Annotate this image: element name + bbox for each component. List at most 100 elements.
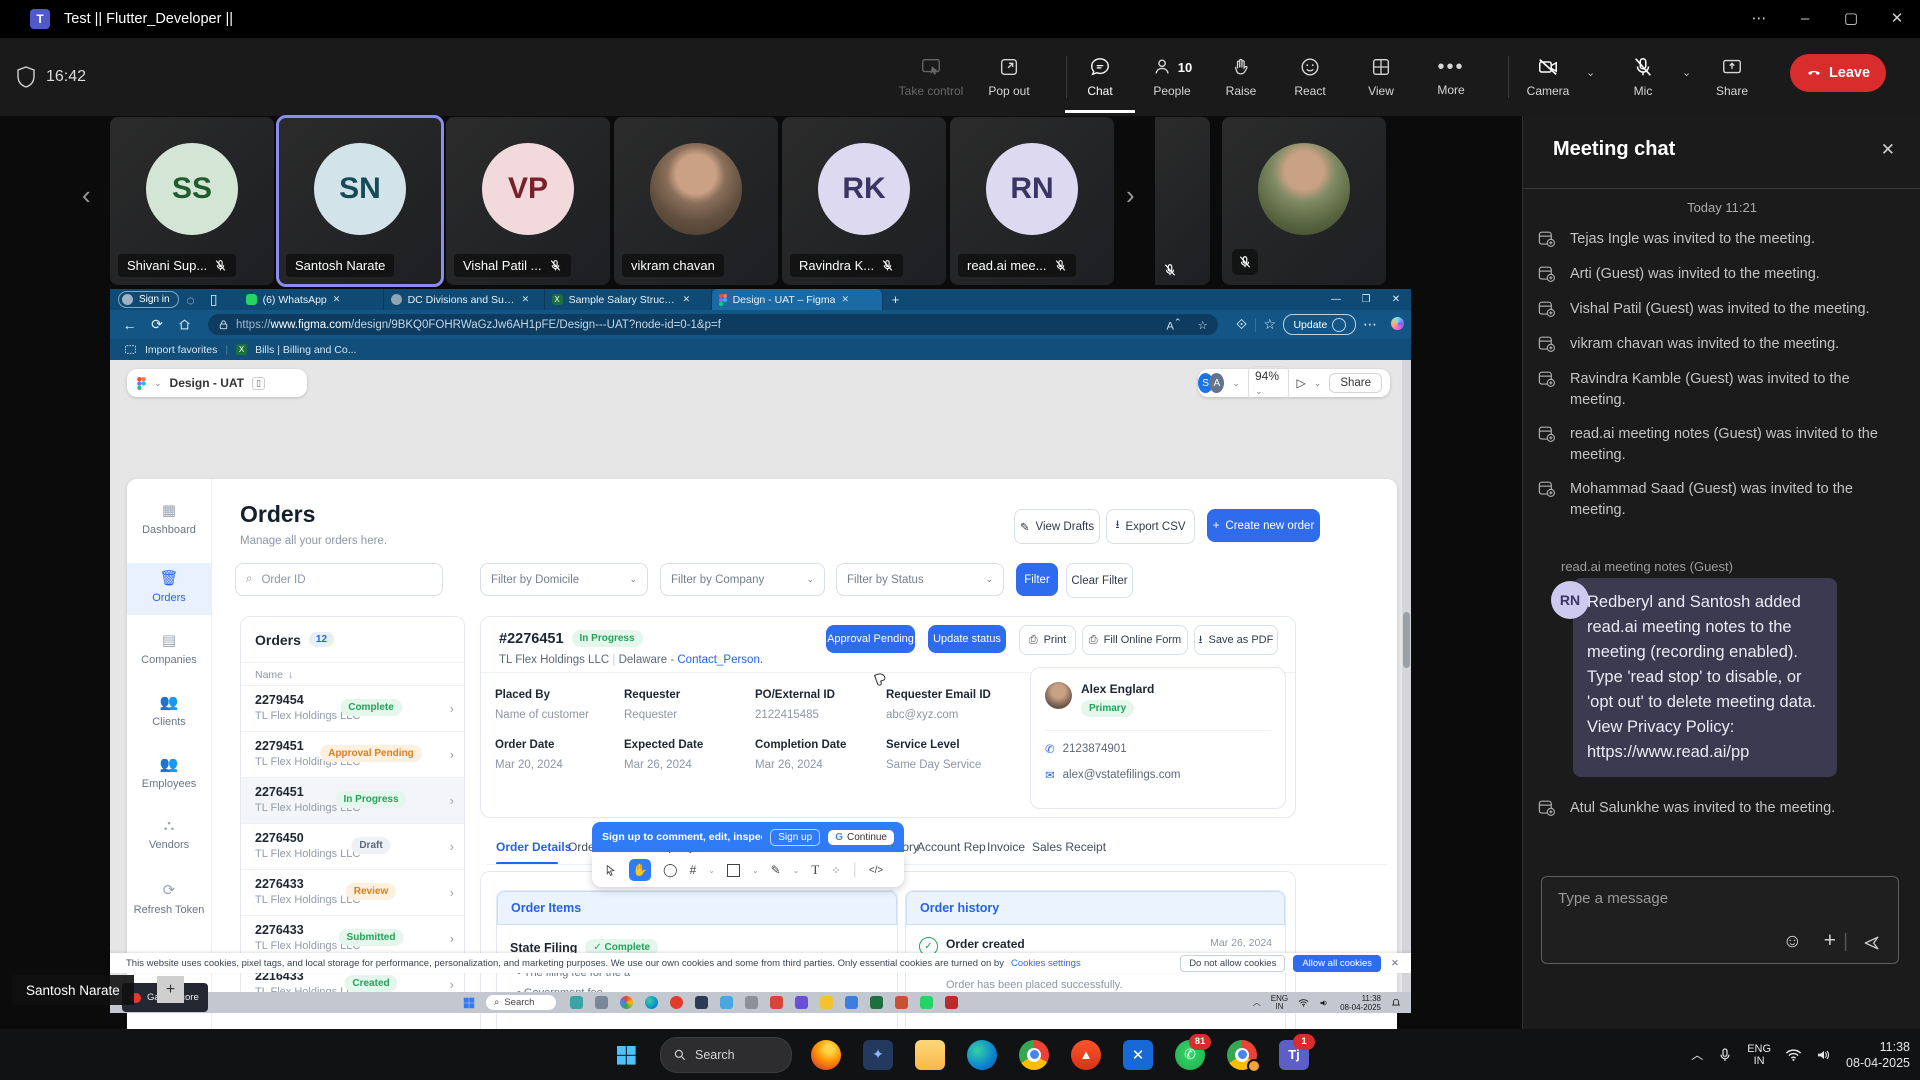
allow-cookies-button[interactable]: Allow all cookies bbox=[1293, 955, 1381, 972]
text-tool-icon[interactable]: T bbox=[811, 862, 819, 878]
taskbar-app-icon[interactable] bbox=[795, 996, 808, 1009]
read-aloud-icon[interactable]: A⌃ bbox=[1166, 317, 1181, 333]
app-x-button[interactable]: ✕ bbox=[1112, 1040, 1164, 1070]
react-button[interactable]: React bbox=[1275, 44, 1345, 110]
excel-icon[interactable] bbox=[870, 996, 883, 1009]
collaborator-avatar[interactable]: A bbox=[1209, 373, 1224, 393]
column-header[interactable]: Name bbox=[255, 669, 283, 681]
window-close-icon[interactable]: ✕ bbox=[1381, 294, 1411, 305]
whatsapp-button[interactable]: ✆81 bbox=[1164, 1040, 1216, 1070]
order-row[interactable]: 2276433TL Flex Holdings LLC Review› bbox=[241, 869, 464, 916]
filter-button[interactable]: Filter bbox=[1016, 563, 1058, 596]
present-icon[interactable]: ▷ bbox=[1297, 376, 1306, 390]
whatsapp-icon[interactable] bbox=[920, 996, 933, 1009]
close-cookie-icon[interactable]: ✕ bbox=[1391, 958, 1399, 969]
notifications-icon[interactable] bbox=[1391, 998, 1401, 1008]
camera-button[interactable]: Camera bbox=[1513, 44, 1583, 110]
sidebar-item-employees[interactable]: 👥Employees bbox=[127, 755, 211, 790]
video-tile[interactable]: vikram chavan bbox=[614, 117, 778, 285]
chat-input-box[interactable]: ☺ + | bbox=[1541, 876, 1899, 964]
close-tab-icon[interactable]: ✕ bbox=[333, 294, 341, 305]
figma-share-button[interactable]: Share bbox=[1329, 373, 1382, 393]
view-drafts-button[interactable]: ✎View Drafts bbox=[1014, 509, 1100, 544]
start-button[interactable] bbox=[600, 1043, 652, 1067]
close-chat-icon[interactable]: ✕ bbox=[1881, 140, 1895, 160]
chevron-down-icon[interactable]: ⌄ bbox=[154, 378, 162, 389]
tray-chevron-icon[interactable]: ︿ bbox=[1691, 1046, 1703, 1063]
emoji-icon[interactable]: ☺ bbox=[1783, 931, 1802, 953]
presenter-overlay-expand-icon[interactable]: + bbox=[157, 976, 184, 1003]
taskbar-search-box[interactable]: Search bbox=[660, 1037, 792, 1073]
status-filter-dropdown[interactable]: Filter by Status⌄ bbox=[836, 563, 1004, 596]
save-as-pdf-button[interactable]: ⭳Save as PDF bbox=[1194, 625, 1278, 655]
video-tile[interactable]: RK Ravindra K... bbox=[782, 117, 946, 285]
taskbar-app-icon[interactable] bbox=[720, 996, 733, 1009]
hand-tool-icon-active[interactable]: ✋ bbox=[629, 859, 651, 881]
print-button[interactable]: ⎙Print bbox=[1019, 625, 1076, 655]
contact-person-link[interactable]: Contact_Person. bbox=[677, 654, 763, 666]
powerpoint-icon[interactable] bbox=[895, 996, 908, 1009]
taskbar-app-icon[interactable] bbox=[570, 996, 583, 1009]
video-tile-partial[interactable] bbox=[1155, 117, 1210, 285]
components-icon[interactable]: ⁘ bbox=[831, 864, 840, 877]
edge-button[interactable] bbox=[956, 1040, 1008, 1070]
view-button[interactable]: View bbox=[1346, 44, 1416, 110]
update-status-button[interactable]: Update status bbox=[928, 625, 1006, 653]
browser-tab[interactable]: X Sample Salary Structure with calc✕ bbox=[545, 289, 712, 310]
presenter-search-box[interactable]: ⌕Search bbox=[486, 995, 556, 1010]
favorites-item[interactable]: Bills | Billing and Co... bbox=[255, 344, 356, 356]
window-more-icon[interactable]: ⋯ bbox=[1736, 0, 1782, 38]
more-button[interactable]: ••• More bbox=[1416, 44, 1486, 110]
contact-email[interactable]: alex@vstatefilings.com bbox=[1063, 769, 1181, 781]
shape-tool-icon[interactable] bbox=[727, 864, 740, 877]
scrollbar-thumb[interactable] bbox=[1403, 612, 1410, 668]
browser-profile-button[interactable]: Sign in bbox=[118, 291, 179, 308]
browser-tab[interactable]: DC Divisions and Surroundings✕ bbox=[384, 289, 545, 310]
mic-button[interactable]: Mic bbox=[1608, 44, 1678, 110]
taskbar-app-icon[interactable] bbox=[695, 996, 708, 1009]
browser-tab[interactable]: (6) WhatsApp✕ bbox=[239, 289, 384, 310]
edge-icon[interactable] bbox=[645, 996, 658, 1009]
taskbar-app-icon[interactable] bbox=[820, 996, 833, 1009]
zoom-level[interactable]: 94% ⌄ bbox=[1248, 366, 1289, 400]
send-icon[interactable] bbox=[1862, 933, 1882, 953]
close-tab-icon[interactable]: ✕ bbox=[522, 294, 530, 305]
sidebar-item-dashboard[interactable]: ▦Dashboard bbox=[127, 501, 211, 536]
order-row[interactable]: 2279454TL Flex Holdings LLC Complete› bbox=[241, 685, 464, 732]
pop-out-button[interactable]: Pop out bbox=[974, 44, 1044, 110]
minimize-icon[interactable]: – bbox=[1782, 0, 1828, 38]
video-tile[interactable]: VP Vishal Patil ... bbox=[446, 117, 610, 285]
chrome-button[interactable] bbox=[1008, 1040, 1060, 1070]
chat-input[interactable] bbox=[1556, 889, 1860, 908]
close-tab-icon[interactable]: ✕ bbox=[841, 294, 849, 305]
app-button[interactable]: ✦ bbox=[852, 1040, 904, 1070]
chrome-profile-button[interactable] bbox=[1216, 1040, 1268, 1070]
chat-button[interactable]: Chat bbox=[1065, 44, 1135, 113]
order-id-search[interactable]: ⌕ bbox=[235, 563, 443, 596]
export-csv-button[interactable]: ⭳Export CSV bbox=[1106, 509, 1195, 544]
deny-cookies-button[interactable]: Do not allow cookies bbox=[1180, 955, 1285, 972]
tiles-scroll-right-icon[interactable]: › bbox=[1126, 180, 1135, 211]
sidebar-item-refresh-token[interactable]: ⟳Refresh Token bbox=[127, 881, 211, 916]
tab-account-rep[interactable]: Account Rep bbox=[917, 840, 986, 854]
people-button[interactable]: 10 People bbox=[1133, 44, 1211, 110]
approval-pending-button[interactable]: Approval Pending bbox=[826, 625, 915, 653]
sidebar-item-orders[interactable]: 🗑Orders bbox=[127, 569, 211, 604]
tab-order-details[interactable]: Order Details bbox=[496, 840, 571, 854]
domicile-filter-dropdown[interactable]: Filter by Domicile⌄ bbox=[480, 563, 648, 596]
presenter-taskbar-apps[interactable] bbox=[570, 996, 970, 1009]
file-explorer-button[interactable] bbox=[904, 1040, 956, 1070]
order-row[interactable]: 2279451TL Flex Holdings LLC Approval Pen… bbox=[241, 731, 464, 778]
pages-icon[interactable]: ▯ bbox=[252, 377, 265, 390]
video-tile-active-speaker[interactable]: SN Santosh Narate bbox=[278, 117, 442, 285]
sidebar-item-companies[interactable]: ▤Companies bbox=[127, 631, 211, 666]
cookies-settings-link[interactable]: Cookies settings bbox=[1011, 958, 1081, 969]
presenter-language[interactable]: ENGIN bbox=[1271, 995, 1288, 1011]
taskbar-app-icon[interactable] bbox=[845, 996, 858, 1009]
lasso-tool-icon[interactable]: ◯ bbox=[663, 862, 678, 878]
home-icon[interactable] bbox=[171, 318, 198, 331]
chevron-down-icon[interactable]: ⌄ bbox=[1314, 378, 1322, 389]
volume-icon[interactable] bbox=[1816, 1048, 1832, 1062]
refresh-icon[interactable]: ⟳ bbox=[143, 316, 170, 333]
clock[interactable]: 11:3808-04-2025 bbox=[1846, 1039, 1910, 1071]
